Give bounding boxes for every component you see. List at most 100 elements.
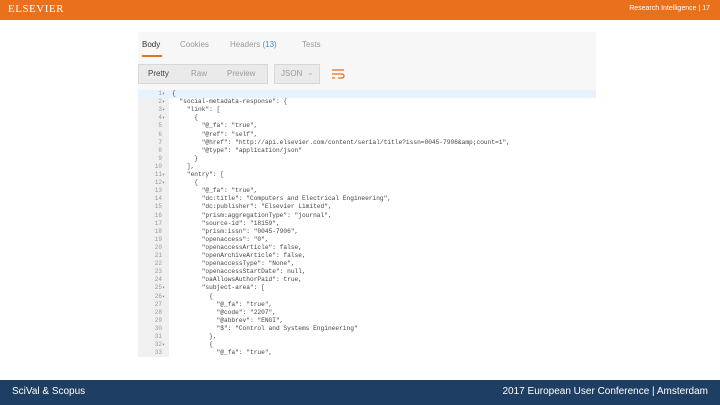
line-number: 3 — [158, 106, 162, 114]
fold-toggle-icon[interactable]: ▾ — [162, 341, 165, 349]
line-number: 29 — [154, 316, 162, 324]
tab-headers-label: Headers — [230, 40, 261, 49]
wrap-lines-button[interactable] — [326, 64, 350, 84]
line-number: 18 — [154, 227, 162, 235]
tab-tests[interactable]: Tests — [302, 40, 321, 49]
code-text: "@_fa": "true", — [172, 122, 258, 130]
line-number: 22 — [154, 260, 162, 268]
line-number: 13 — [154, 187, 162, 195]
response-tabs: Body Cookies Headers (13) Tests — [138, 32, 596, 60]
code-line: 17 "source-id": "18159", — [138, 220, 596, 228]
tab-cookies[interactable]: Cookies — [180, 40, 209, 49]
code-line: 5 "@_fa": "true", — [138, 122, 596, 130]
code-text: "openaccessArticle": false, — [172, 243, 302, 251]
json-code-viewer[interactable]: 1 ▾{2 ▾ "social-metadata-response": {3 ▾ "l… — [138, 90, 596, 357]
response-toolbar: Pretty Raw Preview JSON ⌄ — [138, 64, 596, 88]
line-number: 26 — [154, 292, 162, 300]
line-number: 11 — [154, 171, 162, 178]
line-number: 19 — [154, 235, 162, 243]
line-number: 25 — [154, 284, 162, 292]
code-text: "openaccessStartDate": null, — [172, 268, 306, 276]
format-select[interactable]: JSON ⌄ — [274, 64, 320, 84]
code-line: 14 "dc:title": "Computers and Electrical… — [138, 195, 596, 203]
line-number: 2 — [158, 98, 162, 106]
active-tab-indicator — [142, 55, 162, 57]
code-line: 32 ▾ { — [138, 341, 596, 349]
code-line: 22 "openaccessType": "None", — [138, 260, 596, 268]
code-line: 20 "openaccessArticle": false, — [138, 244, 596, 252]
code-line: 7 "@href": "http://api.elsevier.com/cont… — [138, 139, 596, 147]
code-line: 10 ], — [138, 163, 596, 171]
code-text: "prism:aggregationType": "journal", — [172, 211, 332, 219]
line-number: 33 — [154, 349, 162, 357]
fold-toggle-icon[interactable]: ▾ — [162, 293, 165, 301]
code-line: 1 ▾ { — [138, 90, 596, 99]
line-number: 17 — [154, 219, 162, 227]
code-line: 23 "openaccessStartDate": null, — [138, 268, 596, 276]
code-text: "entry": [ — [172, 171, 224, 178]
line-number: 28 — [154, 308, 162, 316]
code-text: "@href": "http://api.elsevier.com/conten… — [172, 138, 510, 146]
line-number: 32 — [154, 341, 162, 349]
fold-toggle-icon[interactable]: ▾ — [162, 179, 165, 187]
preview-button[interactable]: Preview — [227, 69, 255, 78]
tab-headers[interactable]: Headers (13) — [230, 40, 277, 49]
code-line: 24 "oaAllowsAuthorPaid": true, — [138, 276, 596, 284]
code-text: } — [172, 154, 198, 162]
code-text: "@code": "2207", — [172, 308, 276, 316]
code-text: "@_fa": "true", — [172, 349, 273, 357]
code-text: "link": [ — [172, 106, 221, 114]
line-number: 5 — [158, 122, 162, 130]
wrap-lines-icon — [332, 69, 345, 79]
code-text: "openaccess": "0", — [172, 235, 269, 243]
footer-brand: SciVal & Scopus — [12, 386, 86, 397]
code-line: 33 "@_fa": "true", — [138, 349, 596, 357]
line-number: 31 — [154, 333, 162, 340]
footer-bar: SciVal & Scopus 2017 European User Confe… — [0, 380, 720, 405]
elsevier-logo: ELSEVIER — [8, 3, 64, 15]
code-line: 11 ▾ "entry": [ — [138, 171, 596, 179]
line-number: 15 — [154, 203, 162, 211]
code-line: 8 "@type": "application/json" — [138, 147, 596, 155]
code-line: 9 } — [138, 155, 596, 163]
line-number: 12 — [154, 179, 162, 187]
line-number: 4 — [158, 114, 162, 122]
code-text: { — [172, 341, 213, 349]
view-mode-group: Pretty Raw Preview — [138, 64, 268, 84]
fold-toggle-icon[interactable]: ▾ — [162, 106, 165, 114]
fold-toggle-icon[interactable]: ▾ — [162, 98, 165, 106]
code-text: { — [172, 114, 198, 122]
line-number: 6 — [158, 130, 162, 138]
top-header-bar: ELSEVIER Research Intelligence | 17 — [0, 0, 720, 20]
line-number: 16 — [154, 211, 162, 219]
line-number: 1 — [158, 90, 162, 97]
code-line: 30 "$": "Control and Systems Engineering… — [138, 325, 596, 333]
line-number: 14 — [154, 195, 162, 203]
fold-toggle-icon[interactable]: ▾ — [162, 284, 165, 292]
code-text: "dc:publisher": "Elsevier Limited", — [172, 203, 332, 211]
code-text: "$": "Control and Systems Engineering" — [172, 324, 358, 332]
code-line: 6 "@ref": "self", — [138, 131, 596, 139]
code-text: "@ref": "self", — [172, 130, 258, 138]
line-number: 10 — [154, 162, 162, 170]
tab-body[interactable]: Body — [142, 40, 160, 49]
code-line: 25 ▾ "subject-area": [ — [138, 284, 596, 292]
code-text: { — [172, 179, 198, 187]
code-line: 29 "@abbrev": "ENGI", — [138, 317, 596, 325]
code-line: 31 }, — [138, 333, 596, 341]
pretty-button[interactable]: Pretty — [148, 69, 169, 78]
code-line: 26 ▾ { — [138, 293, 596, 301]
code-text: { — [172, 292, 213, 300]
line-number: 9 — [158, 154, 162, 162]
raw-button[interactable]: Raw — [191, 69, 207, 78]
code-text: "@_fa": "true", — [172, 300, 273, 308]
fold-toggle-icon[interactable]: ▾ — [162, 114, 165, 122]
line-number: 27 — [154, 300, 162, 308]
code-line: 21 "openArchiveArticle": false, — [138, 252, 596, 260]
code-text: "oaAllowsAuthorPaid": true, — [172, 276, 302, 284]
fold-toggle-icon[interactable]: ▾ — [162, 171, 165, 179]
line-number: 21 — [154, 252, 162, 259]
chevron-down-icon: ⌄ — [307, 68, 314, 77]
code-line: 19 "openaccess": "0", — [138, 236, 596, 244]
fold-toggle-icon[interactable]: ▾ — [162, 90, 165, 98]
